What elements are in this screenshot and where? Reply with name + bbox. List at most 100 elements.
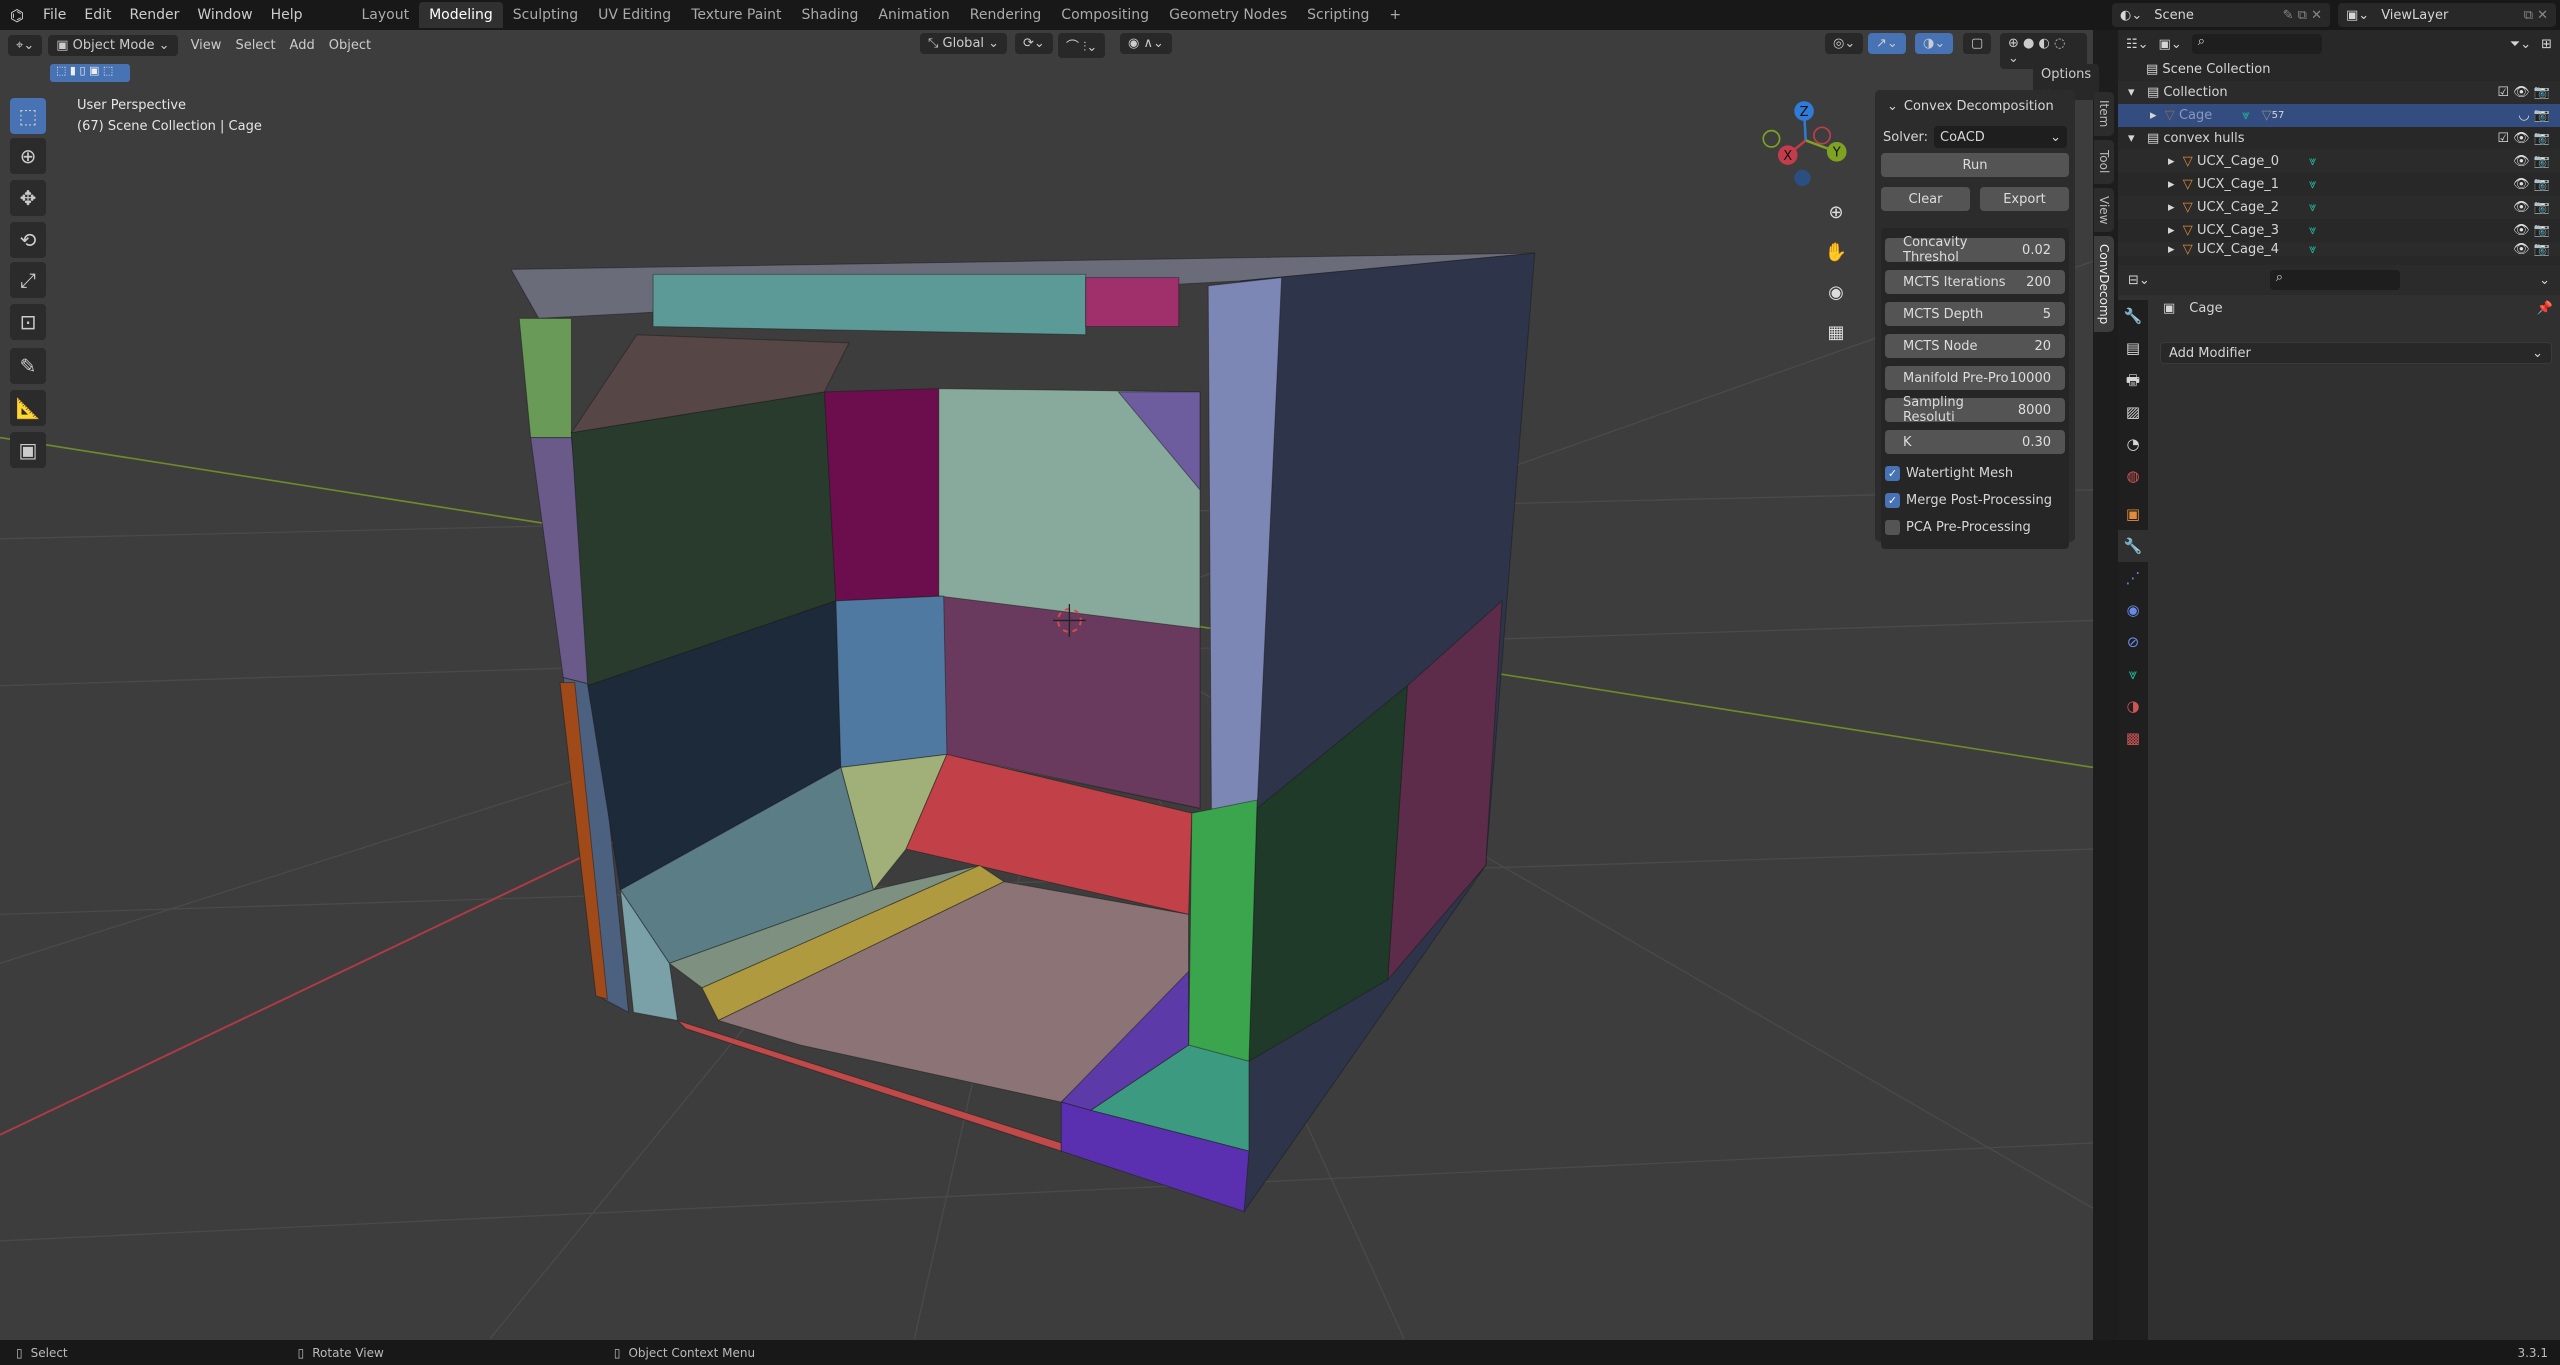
gizmo-neg-y[interactable] [1762, 129, 1781, 148]
measure-tool-icon[interactable]: 📐 [10, 390, 46, 426]
zoom-icon[interactable]: ⊕ [1820, 193, 1852, 233]
outliner-hull-2[interactable]: ▸ ▽ UCX_Cage_2 ⩔ 👁 📷 [2118, 196, 2560, 219]
menu-view[interactable]: View [184, 35, 229, 56]
cursor-tool-icon[interactable]: ⊕ [10, 138, 46, 174]
visibility-toggles[interactable]: 👁 📷 [2513, 200, 2550, 215]
gizmo-toggle-icon[interactable]: ↗⌄ [1868, 33, 1906, 54]
expand-arrow-icon[interactable]: ▸ [2168, 154, 2183, 169]
sampling-resolution-field[interactable]: Sampling Resoluti 8000 [1885, 395, 2065, 425]
run-button[interactable]: Run [1881, 153, 2069, 177]
pca-pre-processing-checkbox[interactable]: PCA Pre-Processing [1885, 520, 2065, 535]
world-tab-icon[interactable]: ◍ [2118, 460, 2148, 492]
expand-arrow-icon[interactable]: ▸ [2150, 108, 2165, 123]
annotate-tool-icon[interactable]: ✎ [10, 348, 46, 384]
expand-arrow-icon[interactable]: ▸ [2168, 177, 2183, 192]
outliner-scene-collection[interactable]: ▤ Scene Collection [2118, 58, 2560, 81]
export-button[interactable]: Export [1980, 187, 2069, 211]
display-mode-icon[interactable]: ☷⌄ [2126, 37, 2149, 52]
filter-view-layer-icon[interactable]: ▣⌄ [2159, 37, 2182, 52]
properties-search-input[interactable]: ⌕ [2269, 270, 2400, 290]
merge-post-processing-checkbox[interactable]: ✓ Merge Post-Processing [1885, 493, 2065, 508]
outliner-hull-4[interactable]: ▸ ▽ UCX_Cage_4 ⩔ 👁 📷 [2118, 242, 2560, 256]
physics-tab-icon[interactable]: ◉ [2118, 594, 2148, 626]
outliner-hull-0[interactable]: ▸ ▽ UCX_Cage_0 ⩔ 👁 📷 [2118, 150, 2560, 173]
render-tab-icon[interactable]: ▤ [2118, 332, 2148, 364]
tab-item[interactable]: Item [2094, 92, 2114, 136]
tool-tab-icon[interactable]: 🔧 [2118, 300, 2148, 332]
proportional-edit-icon[interactable]: ◉ ∧⌄ [1120, 33, 1172, 54]
output-tab-icon[interactable]: 🖶 [2118, 364, 2148, 396]
expand-arrow-icon[interactable]: ▾ [2128, 131, 2147, 146]
menu-object[interactable]: Object [322, 35, 378, 56]
clear-button[interactable]: Clear [1881, 187, 1970, 211]
gizmo-neg-z[interactable] [1794, 169, 1811, 187]
move-tool-icon[interactable]: ✥ [10, 180, 46, 216]
transform-tool-icon[interactable]: ⊡ [10, 304, 46, 340]
expand-arrow-icon[interactable]: ▾ [2128, 85, 2147, 100]
outliner-search-input[interactable]: ⌕ [2191, 34, 2322, 54]
pan-hand-icon[interactable]: ✋ [1820, 233, 1852, 273]
tab-convdecomp[interactable]: ConvDecomp [2094, 236, 2114, 332]
visibility-toggles[interactable]: ◡ 📷 [2518, 108, 2550, 123]
expand-arrow-icon[interactable]: ▸ [2168, 223, 2183, 238]
mcts-iterations-field[interactable]: MCTS Iterations 200 [1885, 270, 2065, 294]
orientation-selector[interactable]: ⤡ Global ⌄ [920, 33, 1008, 54]
outliner-collection[interactable]: ▾ ▤ Collection ☑ 👁 📷 [2118, 81, 2560, 104]
mcts-node-field[interactable]: MCTS Node 20 [1885, 334, 2065, 358]
pin-icon[interactable]: 📌 [2537, 301, 2553, 316]
visibility-toggles[interactable]: 👁 📷 [2513, 223, 2550, 238]
visibility-toggles[interactable]: 👁 📷 [2513, 177, 2550, 192]
visibility-toggles[interactable]: ☑ 👁 📷 [2497, 131, 2550, 146]
expand-arrow-icon[interactable]: ▸ [2168, 242, 2183, 256]
add-cube-tool-icon[interactable]: ▣ [10, 432, 46, 468]
manifold-preprocess-field[interactable]: Manifold Pre-Pro 10000 [1885, 366, 2065, 390]
outliner-cage[interactable]: ▸ ▽ Cage ⩔ ▽ 57 ◡ 📷 [2118, 104, 2560, 127]
scene-tab-icon[interactable]: ◔ [2118, 428, 2148, 460]
new-collection-icon[interactable]: ⊞ [2541, 37, 2552, 52]
menu-add[interactable]: Add [283, 35, 322, 56]
snap-icon[interactable]: ⌒ ⫶⌄ [1058, 33, 1106, 58]
overlay-toggle-icon[interactable]: ◑⌄ [1915, 33, 1954, 54]
particles-tab-icon[interactable]: ⋰ [2118, 562, 2148, 594]
expand-arrow-icon[interactable]: ▸ [2168, 200, 2183, 215]
visibility-toggles[interactable]: 👁 📷 [2513, 242, 2550, 256]
modifiers-tab-icon[interactable]: 🔧 [2118, 530, 2148, 562]
k-field[interactable]: K 0.30 [1885, 430, 2065, 454]
filter-icon[interactable]: ⏷⌄ [2510, 37, 2531, 52]
outliner-hull-3[interactable]: ▸ ▽ UCX_Cage_3 ⩔ 👁 📷 [2118, 219, 2560, 242]
outliner-convex-hulls[interactable]: ▾ ▤ convex hulls ☑ 👁 📷 [2118, 127, 2560, 150]
navigation-gizmo[interactable]: Z Y X [1762, 101, 1847, 187]
view-layer-tab-icon[interactable]: ▨ [2118, 396, 2148, 428]
ortho-grid-icon[interactable]: ▦ [1820, 313, 1852, 353]
camera-icon[interactable]: ◉ [1820, 273, 1852, 313]
editor-type-icon[interactable]: ⊟⌄ [2128, 273, 2150, 288]
editor-type-button[interactable]: ⌖⌄ [8, 34, 43, 56]
mode-selector[interactable]: ▣ Object Mode ⌄ [48, 34, 178, 56]
add-modifier-dropdown[interactable]: Add Modifier ⌄ [2160, 342, 2552, 364]
pivot-icon[interactable]: ⟳⌄ [1015, 33, 1053, 54]
gizmo-neg-x[interactable] [1813, 126, 1832, 145]
mesh-data-tab-icon[interactable]: ⩔ [2118, 658, 2148, 690]
object-tab-icon[interactable]: ▣ [2118, 498, 2148, 530]
mcts-depth-field[interactable]: MCTS Depth 5 [1885, 302, 2065, 326]
texture-tab-icon[interactable]: ▩ [2118, 722, 2148, 754]
select-mode-buttons[interactable]: ⬚ ▮ ▯ ▣ ⬚ [50, 64, 130, 82]
solver-dropdown[interactable]: CoACD ⌄ [1934, 126, 2067, 148]
concavity-threshold-field[interactable]: Concavity Threshol 0.02 [1885, 235, 2065, 265]
select-box-tool-icon[interactable]: ⬚ [10, 98, 46, 134]
watertight-mesh-checkbox[interactable]: ✓ Watertight Mesh [1885, 466, 2065, 481]
outliner-hull-1[interactable]: ▸ ▽ UCX_Cage_1 ⩔ 👁 📷 [2118, 173, 2560, 196]
material-tab-icon[interactable]: ◑ [2118, 690, 2148, 722]
visibility-toggles[interactable]: 👁 📷 [2513, 154, 2550, 169]
constraints-tab-icon[interactable]: ⊘ [2118, 626, 2148, 658]
tab-view[interactable]: View [2094, 188, 2114, 232]
menu-select[interactable]: Select [228, 35, 282, 56]
visibility-icon[interactable]: ◎⌄ [1825, 33, 1864, 54]
tab-tool[interactable]: Tool [2094, 140, 2114, 184]
xray-icon[interactable]: ▢ [1963, 33, 1992, 54]
collapse-chevron-icon[interactable]: ⌄ [1887, 99, 1898, 114]
chevron-down-icon[interactable]: ⌄ [2539, 273, 2550, 288]
visibility-toggles[interactable]: ☑ 👁 📷 [2497, 85, 2550, 100]
panel-header[interactable]: ⌄ Convex Decomposition [1881, 96, 2069, 116]
scale-tool-icon[interactable]: ⤢ [10, 262, 46, 298]
